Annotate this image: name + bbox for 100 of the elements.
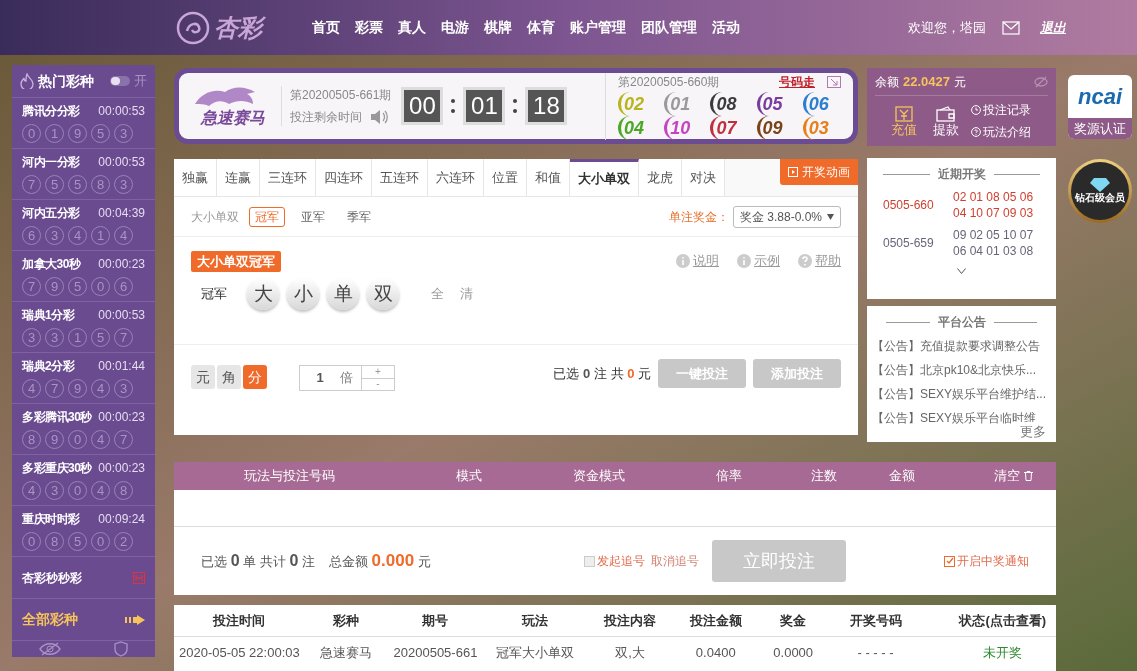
multiplier-field[interactable]: 1 倍 + - <box>299 365 395 391</box>
play-tab[interactable]: 五连环 <box>372 159 428 196</box>
nav-link[interactable]: 活动 <box>712 17 740 38</box>
lottery-item[interactable]: 腾讯分分彩 00:00:53 0 1 9 5 3 <box>12 98 155 149</box>
countdown-time: 00:01:44 <box>98 358 145 375</box>
all-lotteries-link[interactable]: 全部彩种 <box>12 599 155 641</box>
nav-link[interactable]: 真人 <box>398 17 426 38</box>
play-tab[interactable]: 三连环 <box>260 159 316 196</box>
countdown-time: 00:00:23 <box>98 409 145 426</box>
draw-period: 0505-659 <box>883 235 935 252</box>
position-tab[interactable]: 亚军 <box>295 206 331 227</box>
question-icon <box>798 253 812 268</box>
cert-label: 奖源认证 <box>1068 118 1132 139</box>
chevron-down-icon[interactable] <box>957 268 966 274</box>
nav-link[interactable]: 首页 <box>312 17 340 38</box>
wallet-icon <box>936 105 956 122</box>
mail-icon[interactable] <box>1002 20 1020 35</box>
play-tab[interactable]: 对决 <box>682 159 725 196</box>
trash-icon <box>1024 471 1033 481</box>
lottery-name: 河内一分彩 <box>22 154 80 171</box>
account-action-button[interactable]: 充值 <box>891 105 917 137</box>
balance-amount: 22.0427 <box>903 72 950 91</box>
column-header: 奖金 <box>779 611 808 630</box>
notice-link[interactable]: 【公告】北京pk10&北京快乐... <box>872 361 1051 379</box>
toggle-label: 开 <box>134 72 147 91</box>
total-amount: 总金额 0.000 元 <box>328 550 431 573</box>
play-tab[interactable]: 六连环 <box>428 159 484 196</box>
draw-numbers: 09 02 05 10 07 <box>953 227 1034 243</box>
play-tab[interactable]: 位置 <box>484 159 527 196</box>
column-header: 倍率 <box>715 467 743 486</box>
eye-off-icon[interactable] <box>38 642 61 656</box>
horse-number: 08 <box>710 91 749 116</box>
countdown-time: 00:00:53 <box>98 103 145 120</box>
table-cell-text: 0.0400 <box>694 644 737 663</box>
flame-icon <box>20 73 34 89</box>
draw-numbers: 06 04 01 03 08 <box>953 243 1034 259</box>
nav-link[interactable]: 团队管理 <box>641 17 697 38</box>
info-icon <box>737 253 751 268</box>
play-tab[interactable]: 四连环 <box>316 159 372 196</box>
toggle-switch[interactable] <box>110 76 130 86</box>
notice-link[interactable]: 【公告】SEXY娱乐平台维护结... <box>872 385 1051 403</box>
lottery-item[interactable]: 河内五分彩 00:04:39 6 3 4 1 4 <box>12 200 155 251</box>
nav-link[interactable]: 体育 <box>527 17 555 38</box>
unit-button[interactable]: 元 <box>191 365 215 389</box>
account-link[interactable]: 玩法介绍 <box>971 123 1031 141</box>
play-tab[interactable]: 和值 <box>527 159 570 196</box>
panel-title: 热门彩种 <box>38 71 94 91</box>
unit-button[interactable]: 角 <box>217 365 241 389</box>
column-header: 投注金额 <box>688 611 743 630</box>
lottery-name: 多彩重庆30秒 <box>22 460 92 477</box>
lottery-item[interactable]: 多彩重庆30秒 00:00:23 4 3 0 4 8 <box>12 455 155 506</box>
nav-link[interactable]: 棋牌 <box>484 17 512 38</box>
eye-off-icon[interactable] <box>1034 75 1048 88</box>
prize-select[interactable]: 奖金 3.88-0.0% <box>733 205 841 228</box>
logout-link[interactable]: 退出 <box>1040 17 1066 38</box>
lottery-item[interactable]: 多彩腾讯30秒 00:00:23 8 9 0 4 7 <box>12 404 155 455</box>
expand-icon[interactable] <box>827 75 841 88</box>
table-cell-text: 冠军大小单双 <box>494 644 575 663</box>
play-tab[interactable]: 龙虎 <box>639 159 682 196</box>
play-tab[interactable]: 大小单双 <box>570 159 639 196</box>
table-cell[interactable]: 未开奖 <box>949 643 1056 663</box>
trend-link[interactable]: 号码走 <box>779 72 815 91</box>
shield-icon[interactable] <box>114 641 129 657</box>
lottery-item[interactable]: 瑞典2分彩 00:01:44 4 7 9 4 3 <box>12 353 155 404</box>
lottery-item[interactable]: 瑞典1分彩 00:00:53 3 3 1 5 7 <box>12 302 155 353</box>
column-header: 开奖号码 <box>848 611 903 630</box>
column-header: 玩法与投注号码 <box>242 467 336 486</box>
currency-label: 元 <box>954 73 966 91</box>
horse-number: 07 <box>710 115 749 140</box>
account-link[interactable]: 投注记录 <box>971 101 1031 119</box>
lottery-item[interactable]: 杏彩秒秒彩 <box>12 557 155 599</box>
play-tab[interactable]: 独赢 <box>174 159 217 196</box>
table-cell-text: - - - - - <box>856 644 895 663</box>
clear-button[interactable]: 清空 <box>994 466 1033 486</box>
horse-number: 02 <box>618 91 656 116</box>
chase-checkbox[interactable]: 发起追号 <box>584 552 645 570</box>
nav-link[interactable]: 彩票 <box>355 17 383 38</box>
position-tab[interactable]: 冠军 <box>249 206 285 227</box>
nav-link[interactable]: 电游 <box>441 17 469 38</box>
welcome-text: 欢迎您，塔园 <box>908 18 986 37</box>
lottery-item[interactable]: 重庆时时彩 00:09:24 0 8 5 0 2 <box>12 506 155 557</box>
order-summary: 已选 0 单 共计 0 注 <box>201 551 315 571</box>
notify-checkbox[interactable]: 开启中奖通知 <box>944 552 1029 570</box>
certification-badge[interactable]: ncai 奖源认证 <box>1068 75 1132 139</box>
horse-number: 03 <box>802 115 841 140</box>
lottery-item[interactable]: 加拿大30秒 00:00:23 7 9 5 0 6 <box>12 251 155 302</box>
nav-link[interactable]: 账户管理 <box>570 17 626 38</box>
column-header: 投注内容 <box>602 611 658 630</box>
speaker-icon[interactable] <box>370 109 388 125</box>
lottery-item[interactable]: 河内一分彩 00:00:53 7 5 5 8 3 <box>12 149 155 200</box>
lottery-name: 多彩腾讯30秒 <box>22 409 92 426</box>
position-tab[interactable]: 季军 <box>341 206 377 227</box>
countdown-time: 00:00:23 <box>98 256 145 273</box>
play-tag: 大小单双冠军 <box>191 251 281 272</box>
notice-link[interactable]: 【公告】充值提款要求调整公告 <box>872 337 1051 355</box>
multiplier-input[interactable]: 1 <box>300 368 340 388</box>
lottery-name: 瑞典2分彩 <box>22 358 75 375</box>
play-tab[interactable]: 连赢 <box>217 159 260 196</box>
account-action-button[interactable]: 提款 <box>933 105 959 137</box>
more-link[interactable]: 更多 <box>1018 421 1048 441</box>
